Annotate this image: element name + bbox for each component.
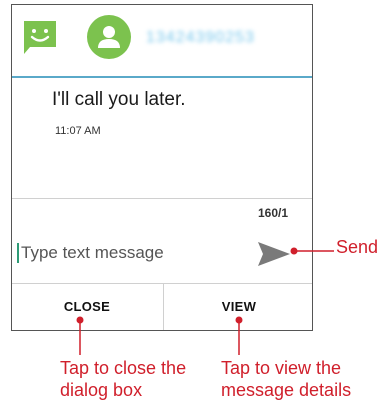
annotation-lines <box>76 247 334 355</box>
close-callout: Tap to close the dialog box <box>60 358 187 400</box>
send-callout: Send <box>336 237 379 257</box>
view-callout: Tap to view the message details <box>221 358 352 400</box>
